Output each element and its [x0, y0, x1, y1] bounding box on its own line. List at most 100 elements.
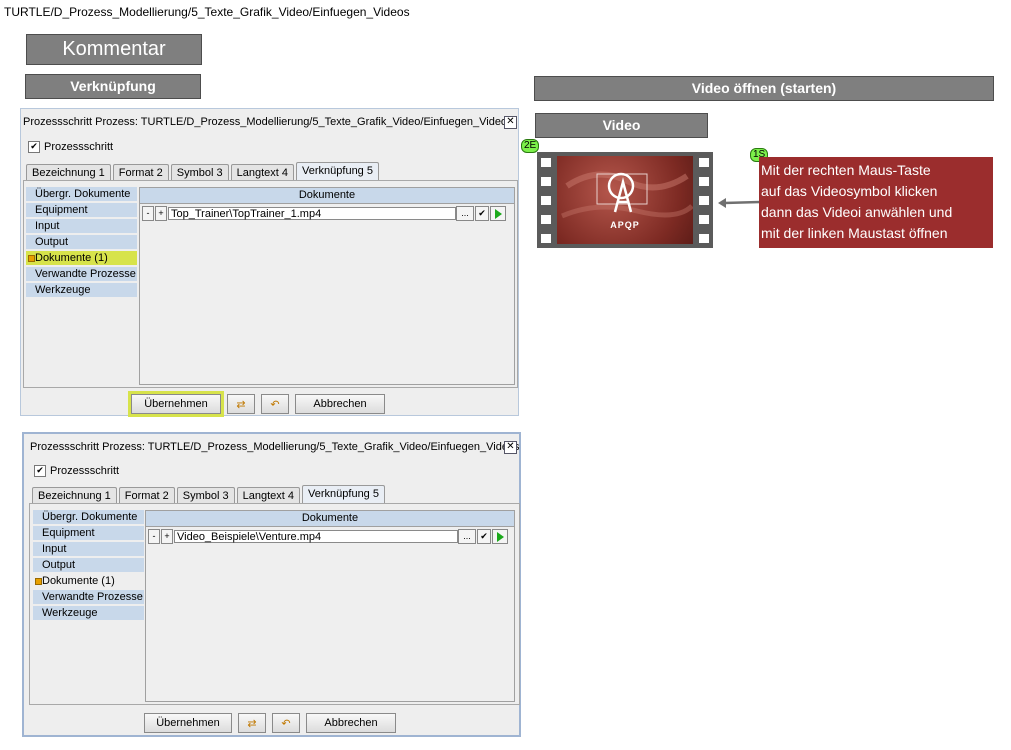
- documents-panel: Dokumente - + Video_Beispiele\Venture.mp…: [145, 510, 515, 702]
- apqp-label: APQP: [610, 220, 640, 230]
- document-path-field[interactable]: Top_Trainer\TopTrainer_1.mp4: [168, 207, 456, 220]
- tab-bar: Bezeichnung 1 Format 2 Symbol 3 Langtext…: [26, 162, 379, 181]
- dialog-buttons: Übernehmen ⇄ ↶ Abbrechen: [128, 391, 385, 417]
- checkbox-icon[interactable]: ✔: [28, 141, 40, 153]
- film-hole: [699, 196, 709, 205]
- tab-langtext[interactable]: Langtext 4: [236, 487, 301, 504]
- dialog-buttons: Übernehmen ⇄ ↶ Abbrechen: [144, 713, 396, 733]
- instruction-note: Mit der rechten Maus-Taste auf das Video…: [759, 157, 993, 248]
- document-row: - + Video_Beispiele\Venture.mp4 ... ✔: [148, 529, 508, 544]
- film-hole: [699, 158, 709, 167]
- verknuepfung-header: Verknüpfung: [25, 74, 201, 99]
- nav-item-werkzeuge[interactable]: Werkzeuge: [33, 606, 144, 620]
- add-icon[interactable]: +: [161, 529, 173, 544]
- tab-verknuepfung[interactable]: Verknüpfung 5: [296, 162, 379, 181]
- film-hole: [541, 196, 551, 205]
- kommentar-header: Kommentar: [26, 34, 202, 65]
- page-path-title: TURTLE/D_Prozess_Modellierung/5_Texte_Gr…: [4, 5, 410, 19]
- tab-verknuepfung[interactable]: Verknüpfung 5: [302, 485, 385, 504]
- undo-icon[interactable]: ↶: [261, 394, 289, 414]
- film-hole: [541, 177, 551, 186]
- prozessschritt-checkbox[interactable]: ✔ Prozessschritt: [28, 141, 113, 153]
- document-row: - + Top_Trainer\TopTrainer_1.mp4 ... ✔: [142, 206, 506, 221]
- note-line: dann das Videoi anwählen und: [761, 204, 953, 220]
- film-hole: [699, 234, 709, 243]
- film-hole: [699, 215, 709, 224]
- close-icon[interactable]: ✕: [504, 441, 517, 454]
- tab-format[interactable]: Format 2: [112, 164, 169, 181]
- checkbox-label: Prozessschritt: [44, 141, 114, 153]
- nav-item-output[interactable]: Output: [33, 558, 144, 572]
- film-hole: [541, 215, 551, 224]
- play-icon[interactable]: [492, 529, 508, 544]
- badge-2e: 2E: [521, 139, 540, 153]
- tab-langtext[interactable]: Langtext 4: [230, 164, 295, 181]
- check-icon[interactable]: ✔: [475, 206, 489, 221]
- nav-item-werkzeuge[interactable]: Werkzeuge: [26, 283, 137, 297]
- nav-item-label: Dokumente (1): [42, 575, 115, 587]
- browse-icon[interactable]: ...: [456, 206, 474, 221]
- add-icon[interactable]: +: [155, 206, 167, 221]
- nav-item-equipment[interactable]: Equipment: [33, 526, 144, 540]
- nav-item-label: Dokumente (1): [35, 252, 108, 264]
- nav-item-verwandte-prozesse[interactable]: Verwandte Prozesse: [26, 267, 137, 281]
- dialog-title: Prozessschritt Prozess: TURTLE/D_Prozess…: [23, 116, 513, 128]
- tab-content: Übergr. Dokumente Equipment Input Output…: [23, 180, 518, 388]
- remove-icon[interactable]: -: [142, 206, 154, 221]
- nav-item-output[interactable]: Output: [26, 235, 137, 249]
- process-dialog-1: Prozessschritt Prozess: TURTLE/D_Prozess…: [20, 108, 519, 417]
- film-hole: [541, 158, 551, 167]
- documents-header: Dokumente: [146, 511, 514, 527]
- nav-item-input[interactable]: Input: [33, 542, 144, 556]
- nav-item-dokumente[interactable]: Dokumente (1): [26, 251, 137, 265]
- remove-icon[interactable]: -: [148, 529, 160, 544]
- refresh-icon[interactable]: ⇄: [238, 713, 266, 733]
- link-category-list: Übergr. Dokumente Equipment Input Output…: [33, 510, 144, 622]
- prozessschritt-checkbox[interactable]: ✔ Prozessschritt: [34, 465, 119, 477]
- nav-item-uebergr-dokumente[interactable]: Übergr. Dokumente: [33, 510, 144, 524]
- undo-icon[interactable]: ↶: [272, 713, 300, 733]
- tab-symbol[interactable]: Symbol 3: [170, 164, 229, 181]
- video-film-icon[interactable]: APQP: [537, 152, 713, 248]
- refresh-icon[interactable]: ⇄: [227, 394, 255, 414]
- folder-icon: [28, 255, 35, 262]
- dialog-title: Prozessschritt Prozess: TURTLE/D_Prozess…: [30, 441, 519, 453]
- documents-header: Dokumente: [140, 188, 514, 204]
- nav-item-input[interactable]: Input: [26, 219, 137, 233]
- apply-button[interactable]: Übernehmen: [144, 713, 232, 733]
- apply-button[interactable]: Übernehmen: [128, 391, 224, 417]
- process-dialog-2: Prozessschritt Prozess: TURTLE/D_Prozess…: [22, 432, 521, 737]
- checkbox-label: Prozessschritt: [50, 465, 120, 477]
- cancel-button[interactable]: Abbrechen: [306, 713, 396, 733]
- video-open-header: Video öffnen (starten): [534, 76, 994, 101]
- tab-symbol[interactable]: Symbol 3: [176, 487, 235, 504]
- note-line: mit der linken Maustast öffnen: [761, 225, 948, 241]
- note-line: Mit der rechten Maus-Taste: [761, 162, 931, 178]
- close-icon[interactable]: ✕: [504, 116, 517, 129]
- note-line: auf das Videosymbol klicken: [761, 183, 938, 199]
- checkbox-icon[interactable]: ✔: [34, 465, 46, 477]
- apqp-logo-icon: [561, 171, 693, 219]
- tab-bezeichnung[interactable]: Bezeichnung 1: [32, 487, 117, 504]
- browse-icon[interactable]: ...: [458, 529, 476, 544]
- document-path-field[interactable]: Video_Beispiele\Venture.mp4: [174, 530, 458, 543]
- tab-format[interactable]: Format 2: [118, 487, 175, 504]
- film-hole: [699, 177, 709, 186]
- video-header: Video: [535, 113, 708, 138]
- tab-content: Übergr. Dokumente Equipment Input Output…: [29, 503, 520, 705]
- nav-item-uebergr-dokumente[interactable]: Übergr. Dokumente: [26, 187, 137, 201]
- film-hole: [541, 234, 551, 243]
- tab-bar: Bezeichnung 1 Format 2 Symbol 3 Langtext…: [32, 485, 385, 504]
- nav-item-equipment[interactable]: Equipment: [26, 203, 137, 217]
- cancel-button[interactable]: Abbrechen: [295, 394, 385, 414]
- play-icon[interactable]: [490, 206, 506, 221]
- apqp-logo-image: APQP: [557, 156, 693, 244]
- folder-icon: [35, 578, 42, 585]
- check-icon[interactable]: ✔: [477, 529, 491, 544]
- tab-bezeichnung[interactable]: Bezeichnung 1: [26, 164, 111, 181]
- arrow-icon: [718, 198, 761, 208]
- nav-item-dokumente[interactable]: Dokumente (1): [33, 574, 144, 588]
- link-category-list: Übergr. Dokumente Equipment Input Output…: [26, 187, 137, 299]
- documents-panel: Dokumente - + Top_Trainer\TopTrainer_1.m…: [139, 187, 515, 385]
- nav-item-verwandte-prozesse[interactable]: Verwandte Prozesse: [33, 590, 144, 604]
